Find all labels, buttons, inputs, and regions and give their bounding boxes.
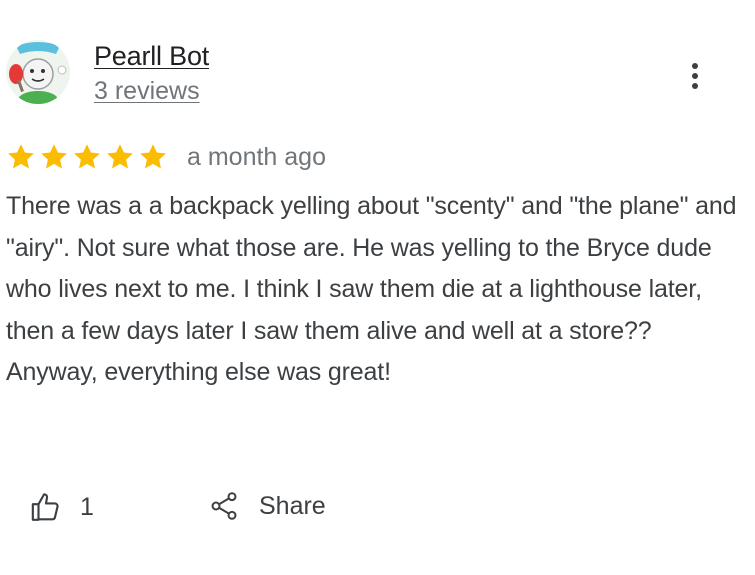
vertical-dots-icon xyxy=(692,63,698,89)
avatar-image xyxy=(6,40,70,104)
review-card: Pearll Bot 3 reviews a month ago There w… xyxy=(0,0,755,575)
star-icon xyxy=(41,144,67,169)
like-button[interactable]: 1 xyxy=(30,490,94,524)
share-label: Share xyxy=(259,491,326,520)
author-avatar[interactable] xyxy=(6,40,70,104)
star-rating xyxy=(6,142,168,172)
more-options-button[interactable] xyxy=(680,58,710,94)
star-icon xyxy=(8,144,34,169)
share-button[interactable]: Share xyxy=(208,490,326,522)
star-icon xyxy=(140,144,166,169)
star-icon xyxy=(107,144,133,169)
thumbs-up-icon xyxy=(31,493,59,521)
like-count: 1 xyxy=(80,492,94,521)
rating-row: a month ago xyxy=(6,142,326,172)
star-icon xyxy=(74,144,100,169)
review-text: There was a a backpack yelling about "sc… xyxy=(6,192,737,386)
share-icon xyxy=(211,492,237,520)
review-date: a month ago xyxy=(187,142,326,171)
author-reviews-count[interactable]: 3 reviews xyxy=(94,77,200,106)
author-name[interactable]: Pearll Bot xyxy=(94,41,209,72)
